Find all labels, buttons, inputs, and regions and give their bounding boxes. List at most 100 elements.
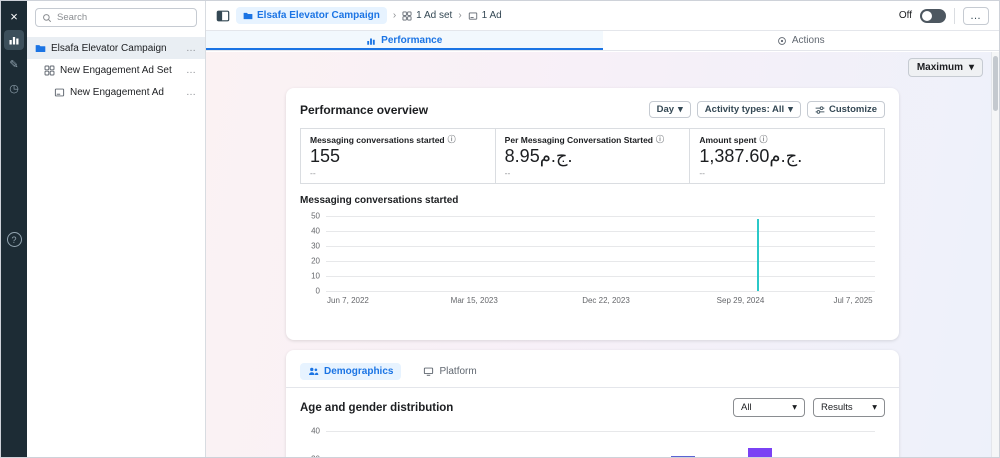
status-label: Off	[898, 10, 912, 21]
demographics-plot: 4030	[311, 427, 875, 457]
adset-label: New Engagement Ad Set	[60, 64, 172, 76]
campaign-status-toggle[interactable]	[920, 8, 946, 23]
adset-menu-icon[interactable]: …	[186, 65, 197, 76]
card-header: Performance overview Day ▾ Activity type…	[300, 101, 885, 118]
info-icon[interactable]: ⓘ	[448, 134, 456, 145]
y-axis-tick: 20	[311, 256, 320, 266]
search-input[interactable]	[57, 12, 190, 23]
info-icon[interactable]: ⓘ	[656, 134, 664, 145]
main-panel: Elsafa Elevator Campaign › 1 Ad set › 1 …	[206, 1, 999, 457]
gridline	[326, 216, 875, 217]
demographic-bar	[747, 447, 772, 457]
scrollbar-thumb[interactable]	[993, 56, 998, 111]
performance-chart-icon	[367, 38, 375, 45]
maximum-dropdown[interactable]: Maximum ▾	[907, 58, 983, 77]
activity-types-dropdown[interactable]: Activity types: All ▾	[696, 101, 801, 118]
charts-nav-icon[interactable]	[4, 30, 24, 50]
tab-performance[interactable]: Performance	[206, 31, 603, 50]
breadcrumb-ad[interactable]: 1 Ad	[468, 10, 502, 21]
y-axis-tick: 30	[311, 241, 320, 251]
metric-value: 8.95ج.م.	[504, 146, 573, 166]
breadcrumb-separator: ›	[458, 10, 462, 21]
history-icon[interactable]: ◷	[4, 78, 24, 98]
folder-icon	[243, 12, 253, 19]
sidebar-item-campaign[interactable]: Elsafa Elevator Campaign …	[27, 37, 205, 59]
chevron-down-icon: ▾	[678, 104, 683, 115]
metric-label: Amount spent ⓘ	[699, 134, 768, 145]
metric-sub: --	[310, 168, 316, 178]
gridline	[326, 246, 875, 247]
breadcrumb-ad-label: 1 Ad	[481, 10, 502, 21]
folder-icon	[35, 44, 46, 52]
demographics-header: Age and gender distribution All ▾ Result…	[300, 398, 885, 417]
gridline	[326, 231, 875, 232]
breadcrumb-separator: ›	[392, 10, 397, 21]
activity-types-label: Activity types: All	[704, 104, 785, 115]
chevron-down-icon: ▾	[872, 402, 877, 413]
metric-value: 155	[310, 146, 341, 166]
metric-per-conversation[interactable]: Per Messaging Conversation Started ⓘ 8.95…	[494, 129, 690, 183]
search-box[interactable]	[35, 8, 197, 27]
metric-amount-spent[interactable]: Amount spent ⓘ 1,387.60ج.م. --	[689, 129, 884, 183]
day-dropdown[interactable]: Day ▾	[648, 101, 691, 118]
metric-value: Results	[821, 402, 853, 413]
chevron-down-icon: ▾	[792, 402, 797, 413]
y-axis-tick: 50	[311, 211, 320, 221]
search-icon	[43, 13, 52, 22]
chevron-down-icon: ▾	[788, 104, 793, 115]
customize-button[interactable]: Customize	[806, 101, 885, 118]
sidebar-item-ad[interactable]: New Engagement Ad …	[27, 81, 205, 103]
tab-platform-label: Platform	[439, 366, 477, 377]
y-axis-tick: 10	[311, 271, 320, 281]
y-axis-tick: 30	[300, 455, 320, 458]
x-axis-tick: Mar 15, 2023	[450, 296, 498, 305]
demographics-card: Demographics Platform Age and gender dis…	[286, 350, 899, 457]
breadcrumb-adset[interactable]: 1 Ad set	[402, 10, 452, 21]
metric-sub: --	[504, 168, 511, 178]
ad-menu-icon[interactable]: …	[186, 87, 197, 98]
platform-icon	[424, 367, 434, 376]
help-icon[interactable]: ?	[6, 232, 22, 247]
tab-performance-label: Performance	[381, 35, 443, 46]
ad-icon	[468, 11, 477, 20]
gridline	[326, 431, 875, 432]
campaign-menu-icon[interactable]: …	[186, 43, 197, 54]
breadcrumb-campaign[interactable]: Elsafa Elevator Campaign	[236, 7, 387, 24]
demographics-title: Age and gender distribution	[300, 401, 454, 414]
gridline	[326, 291, 875, 292]
breadcrumb-adset-label: 1 Ad set	[416, 10, 453, 21]
tab-platform[interactable]: Platform	[415, 363, 484, 380]
more-options-button[interactable]: …	[963, 6, 989, 25]
info-icon[interactable]: ⓘ	[759, 134, 767, 145]
campaign-sidebar: Elsafa Elevator Campaign … New Engagemen…	[27, 1, 206, 457]
metric-select[interactable]: Results ▾	[813, 398, 885, 417]
tab-demographics-label: Demographics	[324, 366, 394, 377]
breakdown-select[interactable]: All ▾	[733, 398, 805, 417]
ads-manager-window: × ✎ ◷ ? Elsafa Elevator Campaign … New E…	[0, 0, 1000, 458]
left-rail: × ✎ ◷ ?	[1, 1, 27, 457]
sidebar-item-adset[interactable]: New Engagement Ad Set …	[27, 59, 205, 81]
demographics-filters: All ▾ Results ▾	[733, 398, 885, 417]
vertical-scrollbar[interactable]	[991, 52, 999, 457]
sliders-icon	[815, 105, 825, 114]
metric-value: 1,387.60ج.م.	[699, 146, 803, 166]
collapse-sidebar-icon[interactable]	[216, 9, 230, 23]
ad-set-icon	[402, 11, 412, 20]
divider	[954, 7, 955, 24]
campaign-label: Elsafa Elevator Campaign	[51, 42, 167, 54]
chart-controls: Day ▾ Activity types: All ▾ Customize	[648, 101, 885, 118]
y-axis-tick: 0	[315, 286, 320, 296]
tab-demographics[interactable]: Demographics	[300, 363, 402, 380]
ad-label: New Engagement Ad	[70, 86, 164, 98]
people-icon	[309, 367, 319, 375]
tab-actions[interactable]: Actions	[603, 31, 1000, 50]
close-icon[interactable]: ×	[4, 6, 24, 26]
gridline	[326, 261, 875, 262]
edit-icon[interactable]: ✎	[4, 54, 24, 74]
metric-sub: --	[699, 168, 706, 178]
day-label: Day	[656, 104, 675, 115]
maximum-label: Maximum	[916, 62, 963, 73]
metric-conversations-started[interactable]: Messaging conversations started ⓘ 155 --	[301, 129, 495, 183]
report-content: Maximum ▾ Performance overview Day ▾ Act…	[206, 52, 999, 457]
line-chart-title: Messaging conversations started	[300, 195, 459, 206]
